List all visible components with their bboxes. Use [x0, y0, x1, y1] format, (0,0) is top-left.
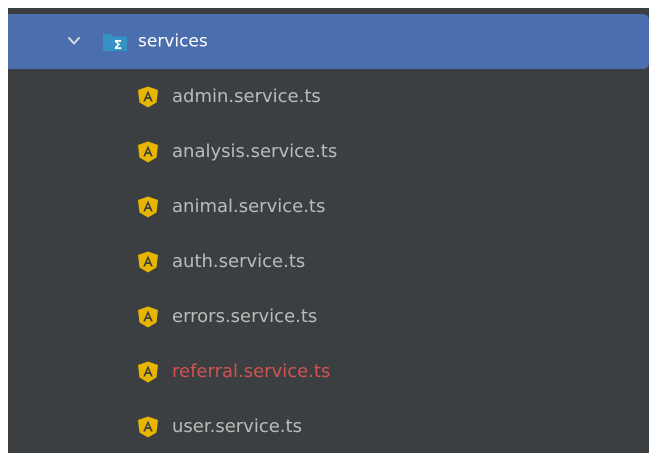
tree-file-item[interactable]: auth.service.ts — [8, 234, 649, 289]
file-label-modified: referral.service.ts — [172, 361, 331, 382]
file-label: analysis.service.ts — [172, 141, 338, 162]
angular-icon — [138, 141, 158, 162]
tree-file-item[interactable]: animal.service.ts — [8, 179, 649, 234]
angular-icon — [138, 416, 158, 437]
tree-file-item[interactable]: admin.service.ts — [8, 69, 649, 124]
file-label: user.service.ts — [172, 416, 302, 437]
chevron-down-icon[interactable] — [66, 33, 82, 49]
angular-icon — [138, 86, 158, 107]
tree-file-item[interactable]: analysis.service.ts — [8, 124, 649, 179]
angular-icon — [138, 361, 158, 382]
tree-file-item[interactable]: user.service.ts — [8, 399, 649, 453]
file-label: auth.service.ts — [172, 251, 306, 272]
angular-icon — [138, 196, 158, 217]
tree-file-item[interactable]: errors.service.ts — [8, 289, 649, 344]
file-label: animal.service.ts — [172, 196, 326, 217]
tree-file-item[interactable]: referral.service.ts — [8, 344, 649, 399]
tree-folder-services[interactable]: Σ services — [8, 14, 649, 69]
project-tree: Σ services admin.service.ts analysis.ser… — [8, 8, 649, 453]
file-label: admin.service.ts — [172, 86, 321, 107]
file-label: errors.service.ts — [172, 306, 318, 327]
folder-sigma-icon: Σ — [103, 33, 127, 52]
folder-label: services — [138, 31, 208, 52]
angular-icon — [138, 251, 158, 272]
angular-icon — [138, 306, 158, 327]
svg-text:Σ: Σ — [114, 38, 122, 52]
